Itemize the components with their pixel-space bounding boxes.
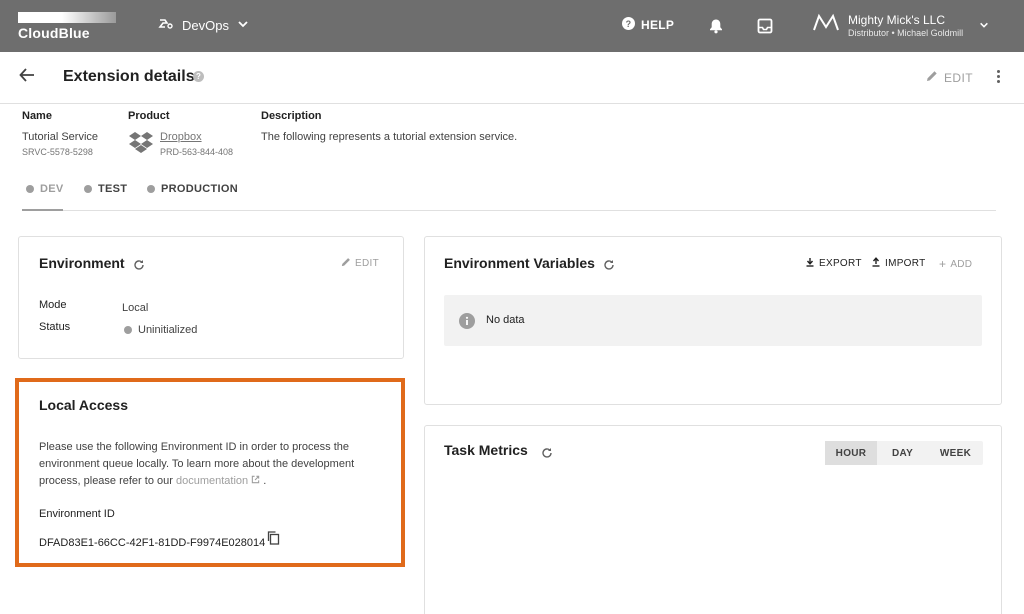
empty-state: No data [444,295,982,346]
environment-edit-button[interactable]: EDIT [341,257,379,270]
status-dot [26,185,34,193]
refresh-icon[interactable] [541,446,553,458]
pencil-icon [341,257,351,270]
refresh-icon[interactable] [133,258,145,270]
task-metrics-title: Task Metrics [444,442,528,458]
copy-icon[interactable] [267,531,281,545]
task-metrics-card: Task Metrics HOUR DAY WEEK [424,425,1002,614]
title-help-icon[interactable]: ? [193,71,204,82]
empty-text: No data [486,314,525,326]
environment-id-value: DFAD83E1-66CC-42F1-81DD-F9974E028014 [39,537,266,549]
period-day[interactable]: DAY [877,441,928,465]
inbox-icon[interactable] [755,16,775,36]
back-arrow-icon[interactable] [18,66,40,88]
status-label: Status [39,321,71,333]
import-button[interactable]: IMPORT [871,257,926,270]
local-access-description: Please use the following Environment ID … [39,439,379,490]
edit-label: EDIT [944,70,973,85]
product-id: PRD-563-844-408 [160,147,234,157]
info-icon [459,313,475,334]
name-label: Name [22,110,52,122]
dropbox-icon [128,131,154,160]
svg-text:?: ? [626,19,632,29]
edit-label: EDIT [355,258,379,269]
environment-title: Environment [39,255,125,271]
page-title: Extension details [63,68,195,85]
local-access-card: Local Access Please use the following En… [15,378,405,567]
environment-tabs: DEV TEST PRODUCTION [22,180,996,211]
tab-test[interactable]: TEST [84,183,127,195]
status-value: Uninitialized [138,324,198,336]
export-button[interactable]: EXPORT [805,257,862,270]
active-tab-indicator [22,209,63,211]
status-dot [84,185,92,193]
account-subtitle: Distributor • Michael Goldmill [848,27,964,38]
status-dot [124,326,132,334]
devops-icon [158,16,174,35]
environment-variables-title: Environment Variables [444,255,595,271]
documentation-link[interactable]: documentation [176,475,260,487]
product-link[interactable]: Dropbox [160,131,202,143]
tab-production[interactable]: PRODUCTION [147,183,238,195]
local-access-title: Local Access [39,397,128,413]
name-id: SRVC-5578-5298 [22,147,93,157]
app-name: DevOps [182,18,229,33]
mode-value: Local [122,302,149,314]
environment-variables-card: Environment Variables EXPORT IMPORT + AD… [424,236,1002,405]
add-label: ADD [950,258,973,270]
import-label: IMPORT [885,258,926,269]
help-button[interactable]: ? HELP [622,17,674,33]
chevron-down-icon [979,17,989,35]
bell-icon[interactable] [706,16,726,36]
description-label: Description [261,110,322,122]
tab-label: PRODUCTION [161,183,238,195]
documentation-link-label: documentation [175,475,249,487]
description-value: The following represents a tutorial exte… [261,131,518,143]
environment-card: Environment EDIT Mode Local Status Unini… [18,236,404,359]
account-logo-icon [812,12,840,39]
upload-icon [871,257,881,270]
period-toggle: HOUR DAY WEEK [825,441,983,465]
page-header: Extension details ? EDIT [0,52,1024,104]
period-week[interactable]: WEEK [928,441,983,465]
tab-label: DEV [40,183,64,195]
app-switcher[interactable]: DevOps [158,16,249,35]
cloudblue-logo[interactable]: CloudBlue [18,12,116,41]
name-value: Tutorial Service [22,131,99,143]
logo-text: CloudBlue [18,25,90,41]
plus-icon: + [939,257,947,271]
external-link-icon [252,475,260,484]
account-info: Mighty Mick's LLC Distributor • Michael … [848,13,963,39]
export-label: EXPORT [819,258,862,269]
chevron-down-icon [237,18,249,33]
product-label: Product [128,110,170,122]
tab-label: TEST [98,183,128,195]
download-icon [805,257,815,270]
refresh-icon[interactable] [603,258,615,270]
top-bar: CloudBlue DevOps ? HELP Mighty Mick's LL… [0,0,1024,52]
description-end: . [263,475,267,487]
pencil-icon [926,70,938,85]
status-dot [147,185,155,193]
header-edit-button[interactable]: EDIT [926,70,973,85]
environment-id-label: Environment ID [39,508,115,520]
account-name: Mighty Mick's LLC [848,12,945,27]
tab-dev[interactable]: DEV [26,183,64,195]
logo-bar [18,12,116,23]
mode-label: Mode [39,299,67,311]
account-switcher[interactable]: Mighty Mick's LLC Distributor • Michael … [812,12,989,39]
period-hour[interactable]: HOUR [825,441,877,465]
add-button[interactable]: + ADD [939,257,972,271]
help-icon: ? [622,17,635,33]
more-vert-icon[interactable] [992,68,1004,88]
help-label: HELP [641,18,675,32]
